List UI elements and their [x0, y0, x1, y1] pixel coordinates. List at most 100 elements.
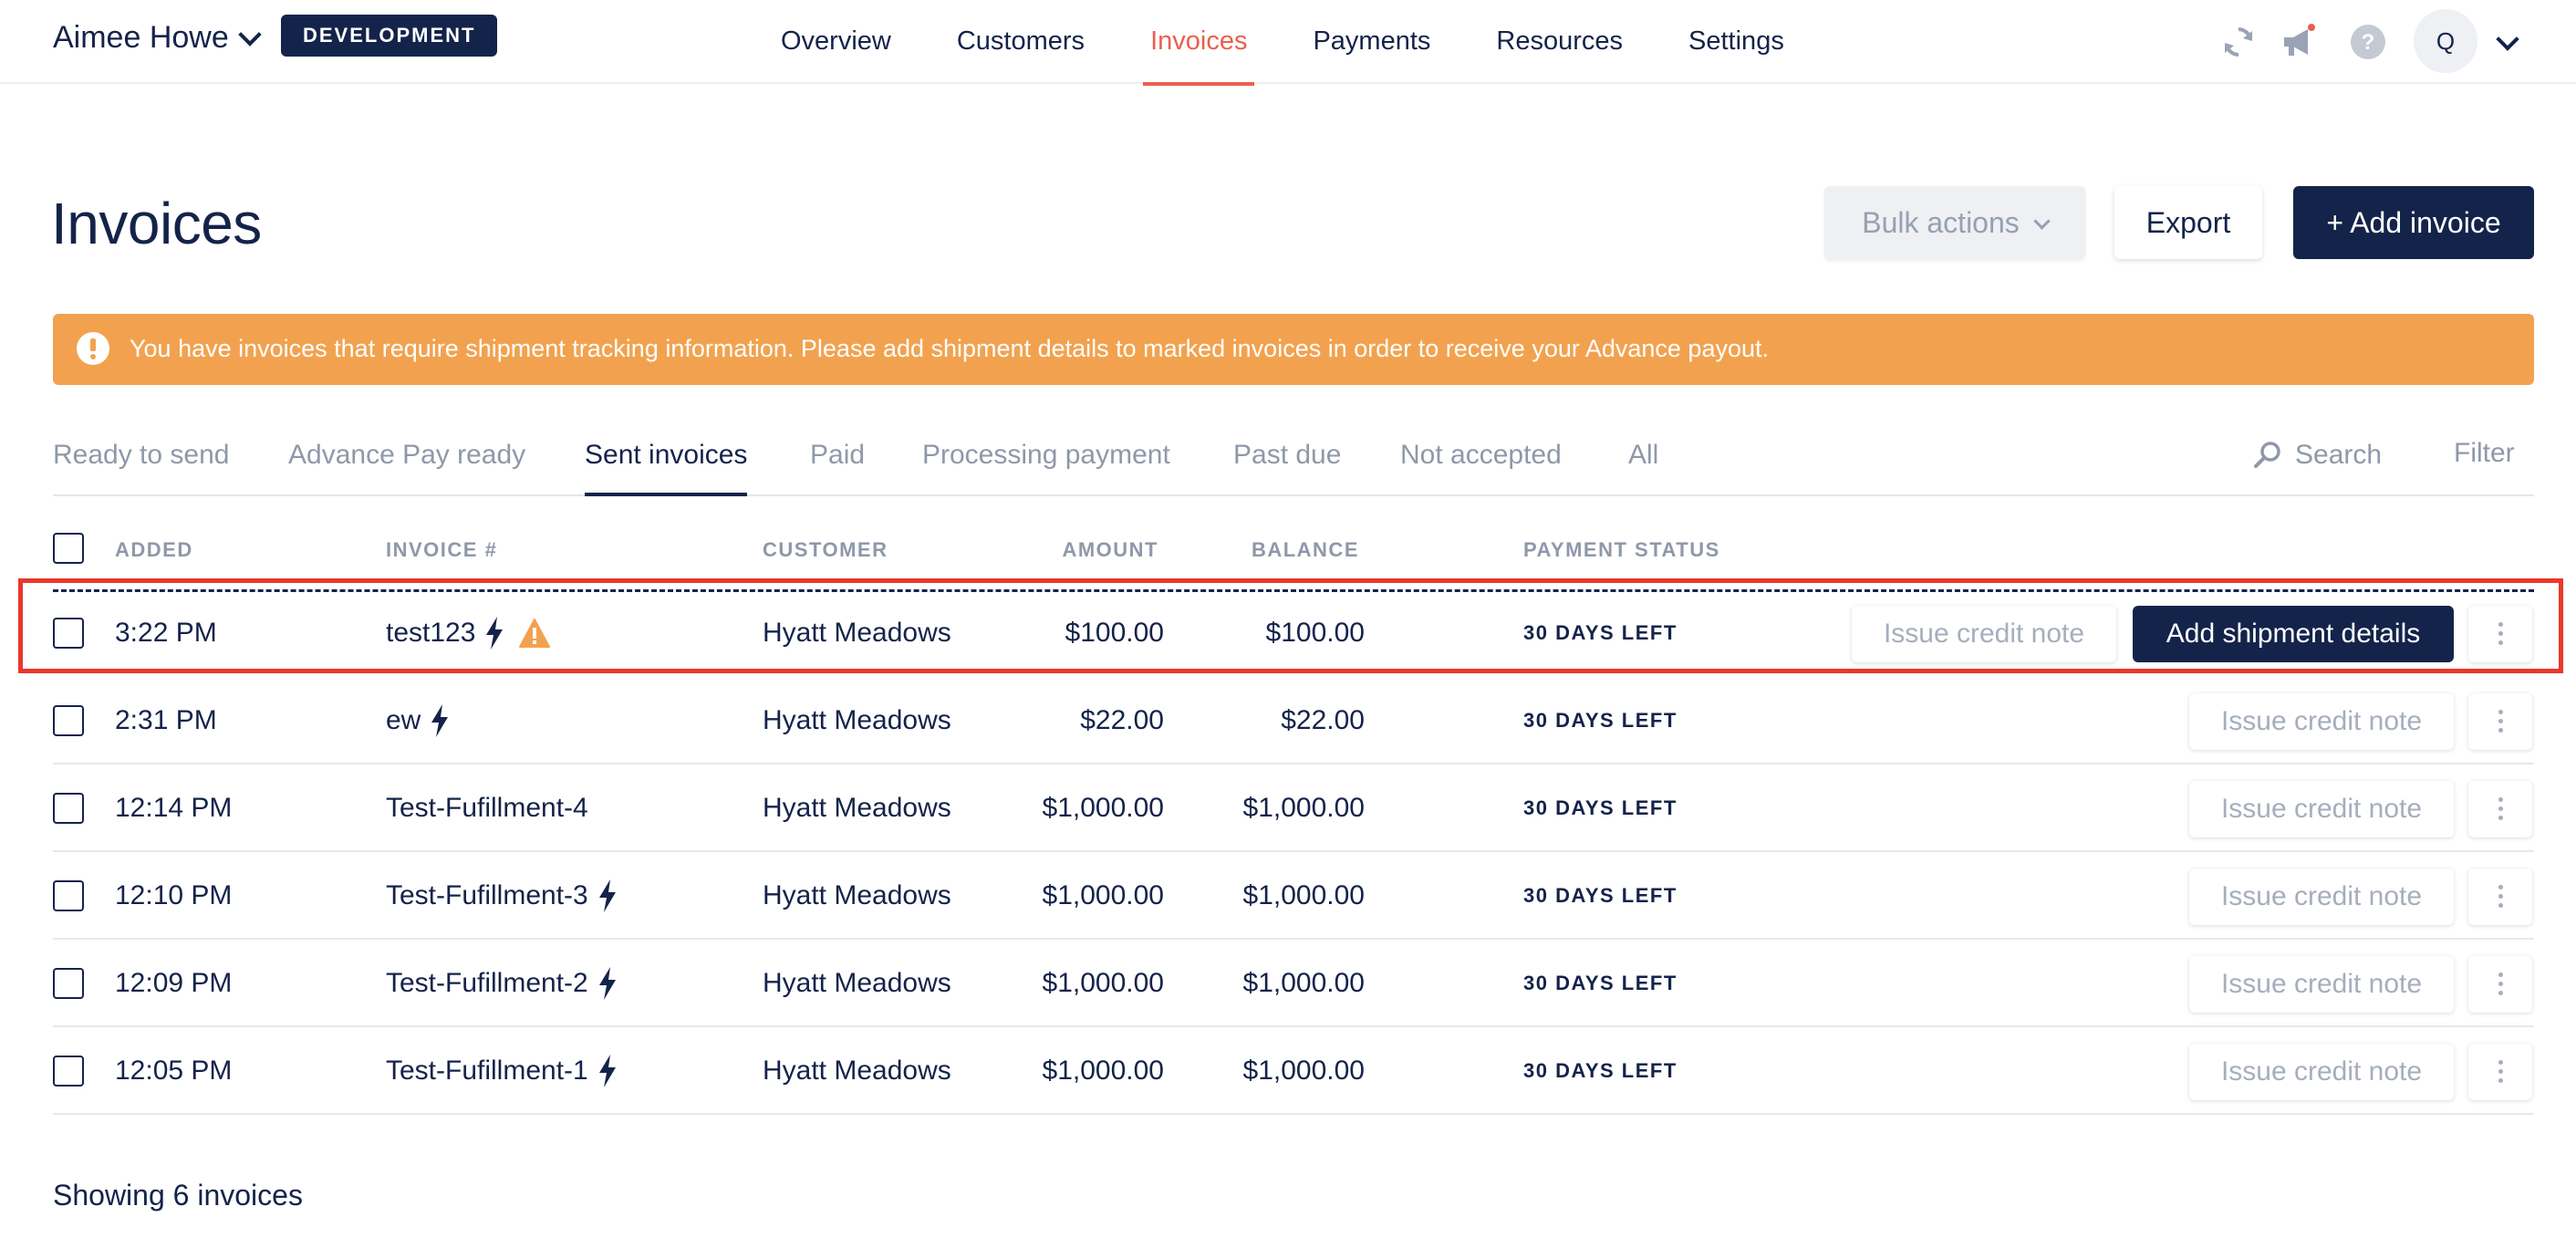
invoice-number: ew: [386, 705, 421, 735]
row-checkbox[interactable]: [53, 705, 84, 736]
cell-amount: $1,000.00: [1042, 968, 1164, 998]
invoice-number: Test-Fufillment-2: [386, 968, 588, 998]
invoice-status-tabs: Ready to send Advance Pay ready Sent inv…: [53, 416, 2534, 496]
more-vertical-icon: [2498, 885, 2503, 889]
row-more-menu-button[interactable]: [2468, 781, 2532, 837]
table-row[interactable]: 12:10 PM Test-Fufillment-3 Hyatt Meadows…: [0, 852, 2576, 940]
account-switcher[interactable]: Aimee Howe: [53, 20, 262, 56]
column-header-customer: CUSTOMER: [763, 538, 888, 561]
table-row[interactable]: 12:05 PM Test-Fufillment-1 Hyatt Meadows…: [0, 1027, 2576, 1115]
cell-amount: $1,000.00: [1042, 1056, 1164, 1086]
lightning-icon: [598, 967, 616, 1000]
payment-status: 30 DAYS LEFT: [1523, 1059, 1678, 1082]
cell-invoice: ew: [386, 677, 450, 764]
tab-paid[interactable]: Paid: [810, 440, 865, 471]
row-checkbox[interactable]: [53, 880, 84, 911]
avatar[interactable]: Q: [2414, 9, 2477, 73]
megaphone-icon[interactable]: [2280, 24, 2317, 60]
cell-amount: $1,000.00: [1042, 793, 1164, 823]
alert-text: You have invoices that require shipment …: [130, 335, 1770, 362]
chevron-down-icon[interactable]: [2496, 27, 2519, 51]
svg-text:?: ?: [2362, 30, 2375, 55]
table-row[interactable]: 2:31 PM ew Hyatt Meadows $22.00 $22.00 3…: [0, 677, 2576, 764]
row-more-menu-button[interactable]: [2468, 868, 2532, 925]
table-row[interactable]: 12:14 PM Test-Fufillment-4 Hyatt Meadows…: [0, 764, 2576, 852]
nav-tab-settings[interactable]: Settings: [1656, 0, 1817, 84]
more-vertical-icon: [2498, 797, 2503, 802]
nav-tab-payments[interactable]: Payments: [1280, 0, 1463, 84]
bulk-actions-button[interactable]: Bulk actions: [1824, 186, 2085, 259]
cell-amount: $1,000.00: [1042, 880, 1164, 910]
lightning-icon: [598, 1055, 616, 1087]
row-more-menu-button[interactable]: [2468, 693, 2532, 750]
payment-status: 30 DAYS LEFT: [1523, 884, 1678, 907]
tab-past-due[interactable]: Past due: [1233, 440, 1341, 471]
cell-added: 12:10 PM: [115, 880, 233, 910]
invoice-number: Test-Fufillment-3: [386, 880, 588, 910]
issue-credit-note-button[interactable]: Issue credit note: [2189, 693, 2454, 750]
cell-customer: Hyatt Meadows: [763, 793, 951, 823]
main-nav: Overview Customers Invoices Payments Res…: [748, 0, 1817, 86]
cell-invoice: Test-Fufillment-4: [386, 764, 588, 852]
tab-not-accepted[interactable]: Not accepted: [1400, 440, 1562, 471]
tab-ready-to-send[interactable]: Ready to send: [53, 440, 229, 471]
cell-customer: Hyatt Meadows: [763, 1056, 951, 1086]
row-more-menu-button[interactable]: [2468, 1044, 2532, 1100]
shipment-alert-banner: You have invoices that require shipment …: [53, 314, 2534, 385]
cell-amount: $22.00: [1080, 705, 1164, 735]
search-button[interactable]: Search: [2253, 440, 2382, 471]
top-navigation-bar: Aimee Howe DEVELOPMENT Overview Customer…: [0, 0, 2576, 86]
invoice-number: Test-Fufillment-1: [386, 1056, 588, 1086]
nav-tab-customers[interactable]: Customers: [924, 0, 1117, 84]
cell-balance: $22.00: [1281, 705, 1365, 735]
bulk-actions-label: Bulk actions: [1862, 206, 2020, 239]
issue-credit-note-button[interactable]: Issue credit note: [2189, 781, 2454, 837]
cell-invoice: Test-Fufillment-1: [386, 1027, 618, 1115]
column-header-amount: AMOUNT: [1062, 538, 1158, 561]
payment-status: 30 DAYS LEFT: [1523, 709, 1678, 732]
payment-status: 30 DAYS LEFT: [1523, 796, 1678, 819]
select-all-checkbox[interactable]: [53, 533, 84, 564]
tab-advance-pay-ready[interactable]: Advance Pay ready: [288, 440, 525, 471]
nav-tab-resources[interactable]: Resources: [1463, 0, 1656, 84]
cell-customer: Hyatt Meadows: [763, 968, 951, 998]
tab-processing-payment[interactable]: Processing payment: [922, 440, 1170, 471]
issue-credit-note-button[interactable]: Issue credit note: [2189, 1044, 2454, 1100]
row-more-menu-button[interactable]: [2468, 956, 2532, 1013]
cell-added: 12:05 PM: [115, 1056, 233, 1086]
row-checkbox[interactable]: [53, 1056, 84, 1087]
account-name: Aimee Howe: [53, 20, 229, 55]
chevron-down-icon: [2033, 213, 2051, 230]
cell-added: 12:14 PM: [115, 793, 233, 823]
invoice-number: Test-Fufillment-4: [386, 793, 588, 823]
row-checkbox[interactable]: [53, 793, 84, 824]
tab-sent-invoices[interactable]: Sent invoices: [585, 440, 748, 496]
column-header-added: ADDED: [115, 538, 193, 561]
table-row[interactable]: 12:09 PM Test-Fufillment-2 Hyatt Meadows…: [0, 940, 2576, 1027]
cell-added: 2:31 PM: [115, 705, 217, 735]
export-button[interactable]: Export: [2114, 186, 2262, 259]
invoice-count: Showing 6 invoices: [53, 1179, 303, 1212]
column-header-invoice: INVOICE #: [386, 538, 498, 561]
cell-balance: $1,000.00: [1242, 793, 1365, 823]
issue-credit-note-button[interactable]: Issue credit note: [2189, 956, 2454, 1013]
nav-tab-overview[interactable]: Overview: [748, 0, 924, 84]
cell-invoice: Test-Fufillment-3: [386, 852, 618, 940]
sync-icon[interactable]: [2220, 24, 2257, 60]
issue-credit-note-button[interactable]: Issue credit note: [2189, 868, 2454, 925]
search-label: Search: [2295, 440, 2383, 470]
cell-balance: $1,000.00: [1242, 880, 1365, 910]
filter-button[interactable]: Filter: [2454, 438, 2515, 469]
search-icon: [2254, 442, 2280, 468]
nav-tab-invoices[interactable]: Invoices: [1117, 0, 1280, 86]
row-checkbox[interactable]: [53, 968, 84, 999]
column-header-payment-status: PAYMENT STATUS: [1523, 538, 1720, 561]
more-vertical-icon: [2498, 1060, 2503, 1065]
help-icon[interactable]: ?: [2350, 24, 2386, 60]
tab-all[interactable]: All: [1628, 440, 1658, 471]
page-title: Invoices: [51, 191, 262, 256]
payment-status: 30 DAYS LEFT: [1523, 972, 1678, 994]
add-invoice-button[interactable]: + Add invoice: [2293, 186, 2534, 259]
environment-badge: DEVELOPMENT: [281, 15, 498, 57]
column-header-balance: BALANCE: [1251, 538, 1359, 561]
